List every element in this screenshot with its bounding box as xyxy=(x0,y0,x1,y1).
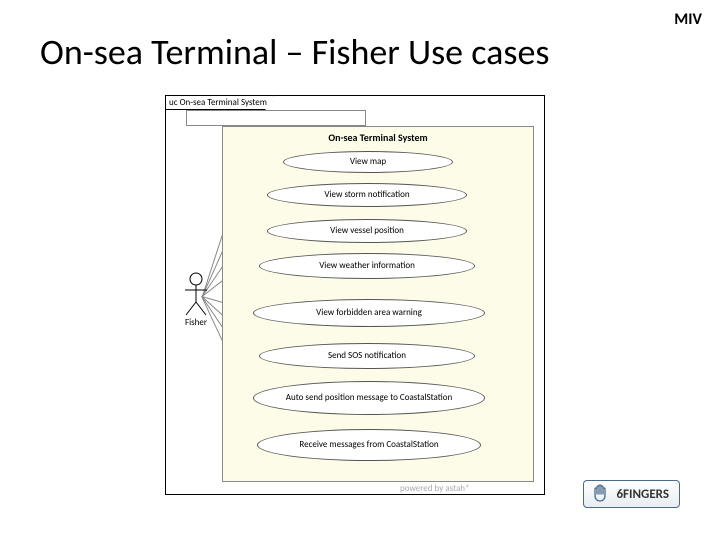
actor-fisher: Fisher xyxy=(176,272,216,328)
system-title: On-sea Terminal System xyxy=(223,131,533,144)
usecase-forbidden-area: View forbidden area warning xyxy=(253,299,485,327)
brand-badge: 6FINGERS xyxy=(583,480,680,508)
system-boundary: On-sea Terminal System View map View sto… xyxy=(222,126,534,482)
tool-credit: powered by astah* xyxy=(400,483,469,494)
brand-label: 6FINGERS xyxy=(616,487,669,502)
usecase-diagram-frame: uc On-sea Terminal System On-sea Termina… xyxy=(165,95,545,495)
hand-icon xyxy=(590,484,610,504)
usecase-view-vessel: View vessel position xyxy=(267,219,467,243)
page-title: On-sea Terminal – Fisher Use cases xyxy=(40,30,549,74)
stick-figure-icon xyxy=(183,272,209,316)
usecase-auto-send: Auto send position message to CoastalSta… xyxy=(253,381,485,415)
usecase-view-map: View map xyxy=(283,151,453,173)
usecase-view-weather: View weather information xyxy=(259,253,475,279)
diagram-tab: uc On-sea Terminal System xyxy=(165,95,274,110)
usecase-receive-msg: Receive messages from CoastalStation xyxy=(257,429,481,461)
usecase-view-storm: View storm notification xyxy=(267,183,467,207)
package-tab xyxy=(186,110,366,126)
corner-label: MIV xyxy=(674,10,702,29)
actor-label: Fisher xyxy=(176,317,216,328)
usecase-send-sos: Send SOS notification xyxy=(259,343,475,369)
